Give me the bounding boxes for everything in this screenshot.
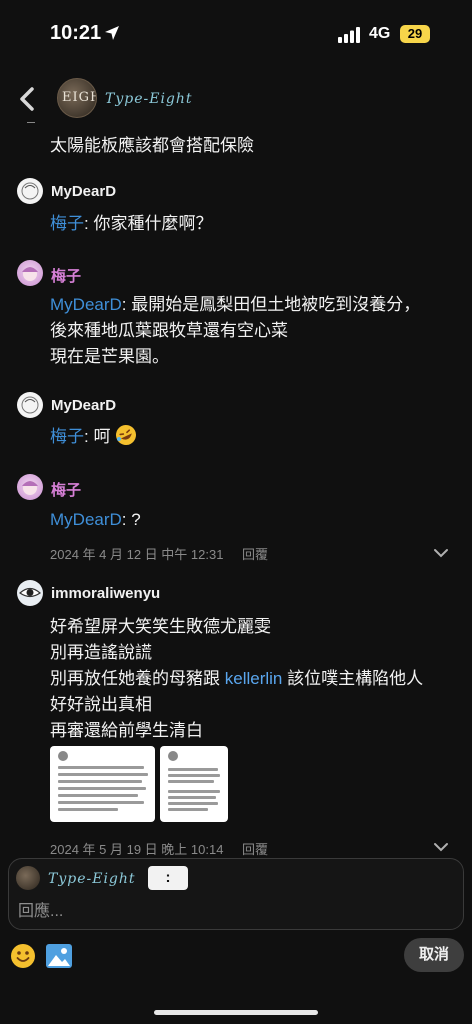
comment-text: 好希望屏大笑笑生敗德尤麗雯 別再造謠說謊 別再放任她養的母豬跟 kellerli… xyxy=(50,614,423,744)
sketch-face-icon xyxy=(21,182,39,200)
reply-link[interactable]: 回覆 xyxy=(242,544,268,563)
home-indicator[interactable] xyxy=(154,1010,318,1015)
network-type: 4G xyxy=(369,25,391,42)
emote-colon-chip[interactable]: : xyxy=(148,866,188,890)
attached-image[interactable] xyxy=(50,746,155,822)
status-bar: 10:21 4G 29 xyxy=(0,0,472,68)
avatar-logo-text: EIGHT xyxy=(62,90,96,105)
reply-text: MyDearD: ? xyxy=(50,507,141,533)
rofl-emoji-icon xyxy=(116,425,137,445)
post-text: 太陽能板應該都會搭配保險 xyxy=(50,136,254,155)
sketch-face-icon xyxy=(21,396,39,414)
divider xyxy=(27,122,35,123)
mention-link[interactable]: MyDearD xyxy=(50,510,122,529)
comment-line: 再審還給前學生清白 xyxy=(50,721,203,740)
mention-link[interactable]: kellerlin xyxy=(225,669,283,688)
username[interactable]: 梅子 xyxy=(51,479,81,500)
mention-link[interactable]: 梅子 xyxy=(50,214,84,233)
comment-line: 該位噗主構陷他人 xyxy=(282,669,424,688)
username[interactable]: MyDearD xyxy=(51,183,116,200)
timestamp: 2024 年 4 月 12 日 中午 12:31 xyxy=(50,547,224,562)
cancel-button[interactable]: 取消 xyxy=(404,938,464,972)
reply-text: MyDearD: 最開始是鳳梨田但土地被吃到沒養分， 後來種地瓜葉跟牧草還有空心… xyxy=(50,292,420,370)
username[interactable]: immoraliwenyu xyxy=(51,585,160,602)
reply-body: : 你家種什麼啊？ xyxy=(84,214,213,233)
header-username[interactable]: Type-Eight xyxy=(105,91,193,107)
signal-icon xyxy=(338,27,360,43)
avatar[interactable] xyxy=(17,474,43,500)
reply-input[interactable] xyxy=(18,900,438,924)
chevron-down-icon[interactable] xyxy=(433,548,449,558)
header-avatar[interactable]: EIGHT xyxy=(57,78,97,118)
battery-indicator: 29 xyxy=(400,25,430,43)
reply-body: 後來種地瓜葉跟牧草還有空心菜 xyxy=(50,321,288,340)
reply-body: : 最開始是鳳梨田但土地被吃到沒養分， xyxy=(121,295,421,314)
avatar[interactable] xyxy=(17,392,43,418)
comment-line: 別再放任她養的母豬跟 xyxy=(50,669,225,688)
avatar[interactable] xyxy=(17,260,43,286)
reply-link[interactable]: 回覆 xyxy=(242,839,268,858)
mention-link[interactable]: MyDearD xyxy=(50,295,122,314)
timestamp: 2024 年 5 月 19 日 晚上 10:14 xyxy=(50,842,224,857)
attached-image[interactable] xyxy=(160,746,228,822)
composer-username: Type-Eight xyxy=(48,871,136,887)
eye-icon xyxy=(19,587,41,598)
anime-girl-icon xyxy=(22,481,38,495)
comment-line: 別再造謠說謊 xyxy=(50,643,152,662)
username[interactable]: MyDearD xyxy=(51,397,116,414)
location-arrow-icon xyxy=(105,26,119,40)
smiley-emoji-icon[interactable] xyxy=(10,943,36,969)
composer-avatar xyxy=(16,866,40,890)
comment-line: 好好說出真相 xyxy=(50,695,152,714)
image-picker-icon[interactable] xyxy=(45,943,73,969)
chevron-down-icon[interactable] xyxy=(433,842,449,852)
reply-body: : 呵 xyxy=(84,427,111,446)
back-arrow-icon[interactable] xyxy=(16,86,38,112)
reply-text: 梅子: 呵 xyxy=(50,424,137,450)
comment-line: 好希望屏大笑笑生敗德尤麗雯 xyxy=(50,617,271,636)
mention-link[interactable]: 梅子 xyxy=(50,427,84,446)
avatar[interactable] xyxy=(17,580,43,606)
reply-body: : ? xyxy=(121,510,141,529)
anime-girl-icon xyxy=(22,267,38,281)
username[interactable]: 梅子 xyxy=(51,265,81,286)
status-time: 10:21 xyxy=(50,22,102,44)
avatar[interactable] xyxy=(17,178,43,204)
reply-text: 梅子: 你家種什麼啊？ xyxy=(50,211,212,237)
reply-body: 現在是芒果園。 xyxy=(50,347,169,366)
